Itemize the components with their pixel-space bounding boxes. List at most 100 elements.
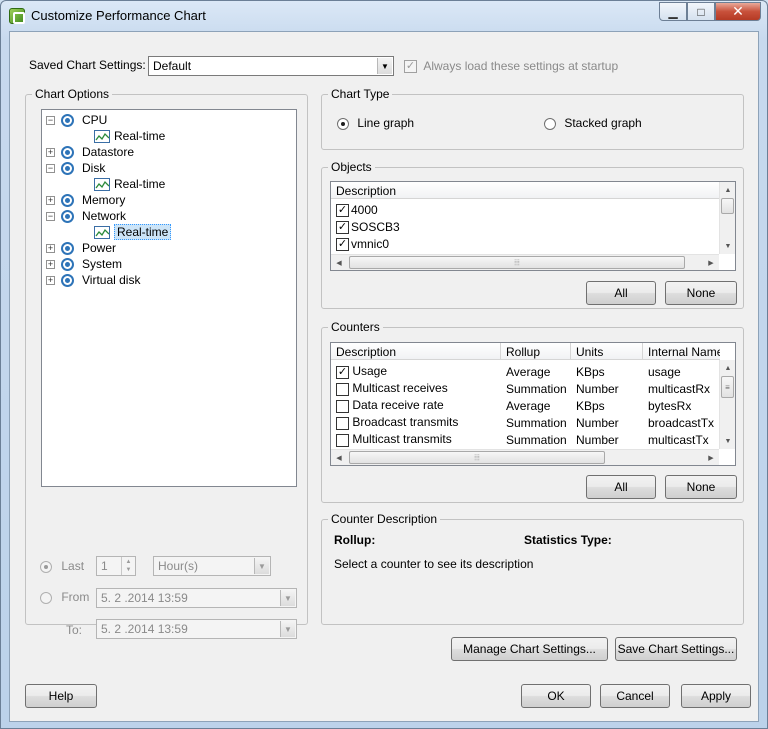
tree-item-cpu[interactable]: − CPU [46,112,107,128]
line-graph-radio[interactable] [337,117,349,130]
scroll-up-icon[interactable]: ▲ [720,182,735,198]
tree-item-system[interactable]: + System [46,256,122,272]
counters-horizontal-scrollbar[interactable]: ◀ ⦙⦙⦙ ▶ [331,449,719,465]
tree-item-datastore[interactable]: + Datastore [46,144,134,160]
apply-button[interactable]: Apply [681,684,751,708]
always-load-label: Always load these settings at startup [423,59,619,73]
objects-all-button[interactable]: All [586,281,656,305]
last-option[interactable]: Last [40,559,84,573]
tree-item-network[interactable]: − Network [46,208,126,224]
scroll-thumb[interactable]: ⦙⦙⦙ [349,256,685,269]
objects-horizontal-scrollbar[interactable]: ◀ ⦙⦙⦙ ▶ [331,254,719,270]
counters-column-rollup[interactable]: Rollup [501,343,571,360]
scroll-down-icon[interactable]: ▼ [720,238,735,254]
from-radio[interactable] [40,591,52,604]
table-row[interactable]: Data receive rate Average KBps bytesRx [331,397,720,414]
from-option[interactable]: From [40,590,89,604]
objects-vertical-scrollbar[interactable]: ▲ ▼ [719,182,735,254]
to-label: To: [66,623,83,637]
object-checkbox[interactable]: ✓ [336,237,349,251]
always-load-checkbox[interactable]: ✓ [404,60,417,74]
last-value-spinner[interactable]: 1 ▲ ▼ [96,556,136,576]
list-item[interactable]: ✓ 4000 [331,201,378,218]
counters-column-internal-name[interactable]: Internal Name [643,343,720,360]
scroll-down-icon[interactable]: ▼ [720,433,735,449]
from-date-combo[interactable]: 5. 2 .2014 13:59 ▼ [96,588,297,608]
objects-list[interactable]: Description ✓ 4000 ✓ SOSCB3 ✓ vmnic0 ▲ ▼… [330,181,736,271]
objects-column-description[interactable]: Description [331,182,720,199]
counters-all-button[interactable]: All [586,475,656,499]
scroll-left-icon[interactable]: ◀ [331,450,347,465]
time-unit-combo[interactable]: Hour(s) ▼ [153,556,271,576]
counters-column-units[interactable]: Units [571,343,643,360]
scroll-thumb[interactable] [721,198,734,214]
saved-settings-combo[interactable]: Default ▼ [148,56,394,76]
cancel-button[interactable]: Cancel [600,684,670,708]
tree-item-disk-realtime[interactable]: Real-time [94,176,165,192]
to-date-combo[interactable]: 5. 2 .2014 13:59 ▼ [96,619,297,639]
scroll-right-icon[interactable]: ▶ [703,450,719,465]
collapse-icon[interactable]: − [46,211,55,221]
tree-item-disk[interactable]: − Disk [46,160,105,176]
counter-group-icon [61,193,74,207]
list-item[interactable]: ✓ SOSCB3 [331,218,400,235]
table-row[interactable]: Multicast receives Summation Number mult… [331,380,720,397]
counters-vertical-scrollbar[interactable]: ▲ ≡ ▼ [719,360,735,449]
tree-item-label: CPU [82,113,108,127]
stacked-graph-option[interactable]: Stacked graph [544,116,642,130]
ok-button[interactable]: OK [521,684,591,708]
objects-none-button[interactable]: None [665,281,737,305]
scroll-up-icon[interactable]: ▲ [720,360,735,376]
spinner-arrows-icon[interactable]: ▲ ▼ [121,557,135,575]
counters-column-description[interactable]: Description [331,343,501,360]
scroll-thumb[interactable]: ≡ [721,376,734,398]
counter-group-icon [61,273,74,287]
counter-checkbox[interactable] [336,433,349,447]
maximize-button[interactable]: □ [687,2,715,21]
collapse-icon[interactable]: − [46,115,55,125]
last-radio[interactable] [40,560,52,573]
counters-none-button[interactable]: None [665,475,737,499]
counter-group-icon [61,113,74,127]
counter-checkbox[interactable] [336,382,349,396]
list-item[interactable]: ✓ vmnic0 [331,235,389,252]
chart-options-tree[interactable]: − CPU Real-time + Datastore − Disk Real-… [41,109,297,487]
chevron-down-icon[interactable]: ▼ [254,558,269,574]
save-chart-settings-button[interactable]: Save Chart Settings... [615,637,737,661]
tree-item-memory[interactable]: + Memory [46,192,125,208]
object-checkbox[interactable]: ✓ [336,220,349,234]
help-button[interactable]: Help [25,684,97,708]
tree-item-power[interactable]: + Power [46,240,116,256]
expand-icon[interactable]: + [46,259,55,269]
table-row[interactable]: Multicast transmits Summation Number mul… [331,431,720,448]
expand-icon[interactable]: + [46,147,55,157]
line-graph-option[interactable]: Line graph [337,116,414,130]
scroll-right-icon[interactable]: ▶ [703,255,719,270]
table-row[interactable]: ✓ Usage Average KBps usage [331,363,720,380]
object-checkbox[interactable]: ✓ [336,203,349,217]
counter-checkbox[interactable] [336,399,349,413]
title-bar[interactable]: Customize Performance Chart ▁ □ ✕ [1,1,767,31]
time-unit-value: Hour(s) [158,559,199,573]
collapse-icon[interactable]: − [46,163,55,173]
expand-icon[interactable]: + [46,195,55,205]
scroll-left-icon[interactable]: ◀ [331,255,347,270]
minimize-button[interactable]: ▁ [659,2,687,21]
expand-icon[interactable]: + [46,275,55,285]
tree-item-cpu-realtime[interactable]: Real-time [94,128,165,144]
table-row[interactable]: Broadcast transmits Summation Number bro… [331,414,720,431]
expand-icon[interactable]: + [46,243,55,253]
chevron-down-icon[interactable]: ▼ [377,58,392,74]
chevron-down-icon[interactable]: ▼ [280,621,295,637]
close-button[interactable]: ✕ [715,2,761,21]
stacked-graph-radio[interactable] [544,117,556,130]
counter-units: KBps [576,398,605,413]
counter-checkbox[interactable] [336,416,349,430]
tree-item-network-realtime[interactable]: Real-time [94,224,172,240]
counters-list[interactable]: Description Rollup Units Internal Name ✓… [330,342,736,466]
counter-checkbox[interactable]: ✓ [336,365,349,379]
chevron-down-icon[interactable]: ▼ [280,590,295,606]
scroll-thumb[interactable]: ⦙⦙⦙ [349,451,605,464]
manage-chart-settings-button[interactable]: Manage Chart Settings... [451,637,608,661]
tree-item-virtual-disk[interactable]: + Virtual disk [46,272,140,288]
